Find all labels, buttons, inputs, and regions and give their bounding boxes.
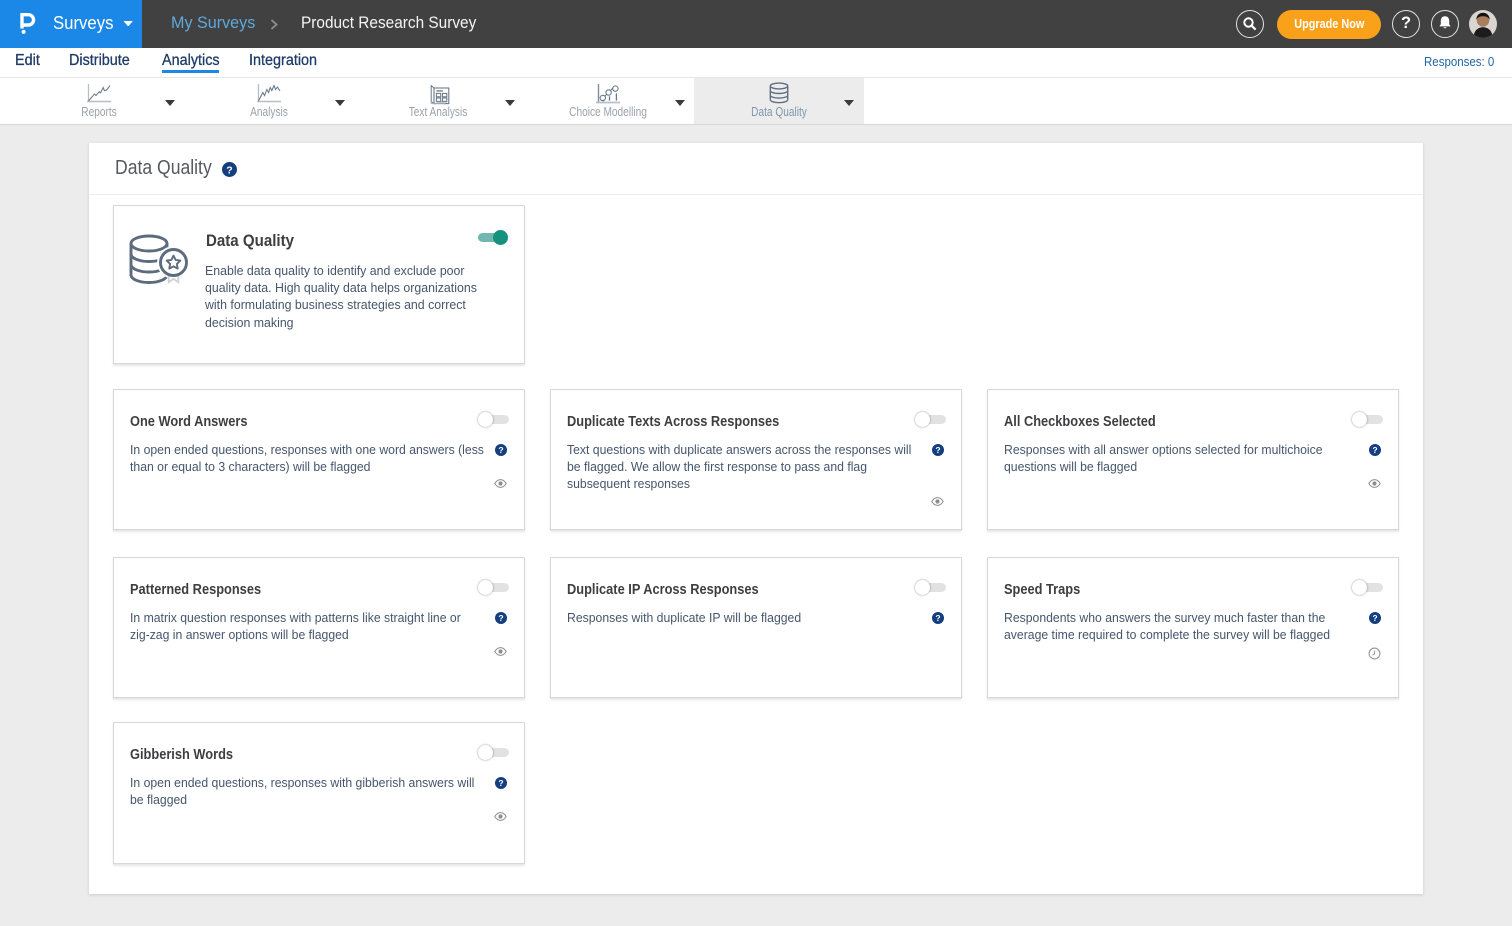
svg-text:?: ? [935, 445, 940, 455]
svg-text:?: ? [498, 613, 503, 623]
svg-text:?: ? [935, 613, 940, 623]
svg-text:?: ? [226, 164, 232, 176]
svg-text:?: ? [1372, 445, 1377, 455]
svg-text:?: ? [1372, 613, 1377, 623]
svg-text:?: ? [498, 778, 503, 788]
svg-text:?: ? [498, 445, 503, 455]
